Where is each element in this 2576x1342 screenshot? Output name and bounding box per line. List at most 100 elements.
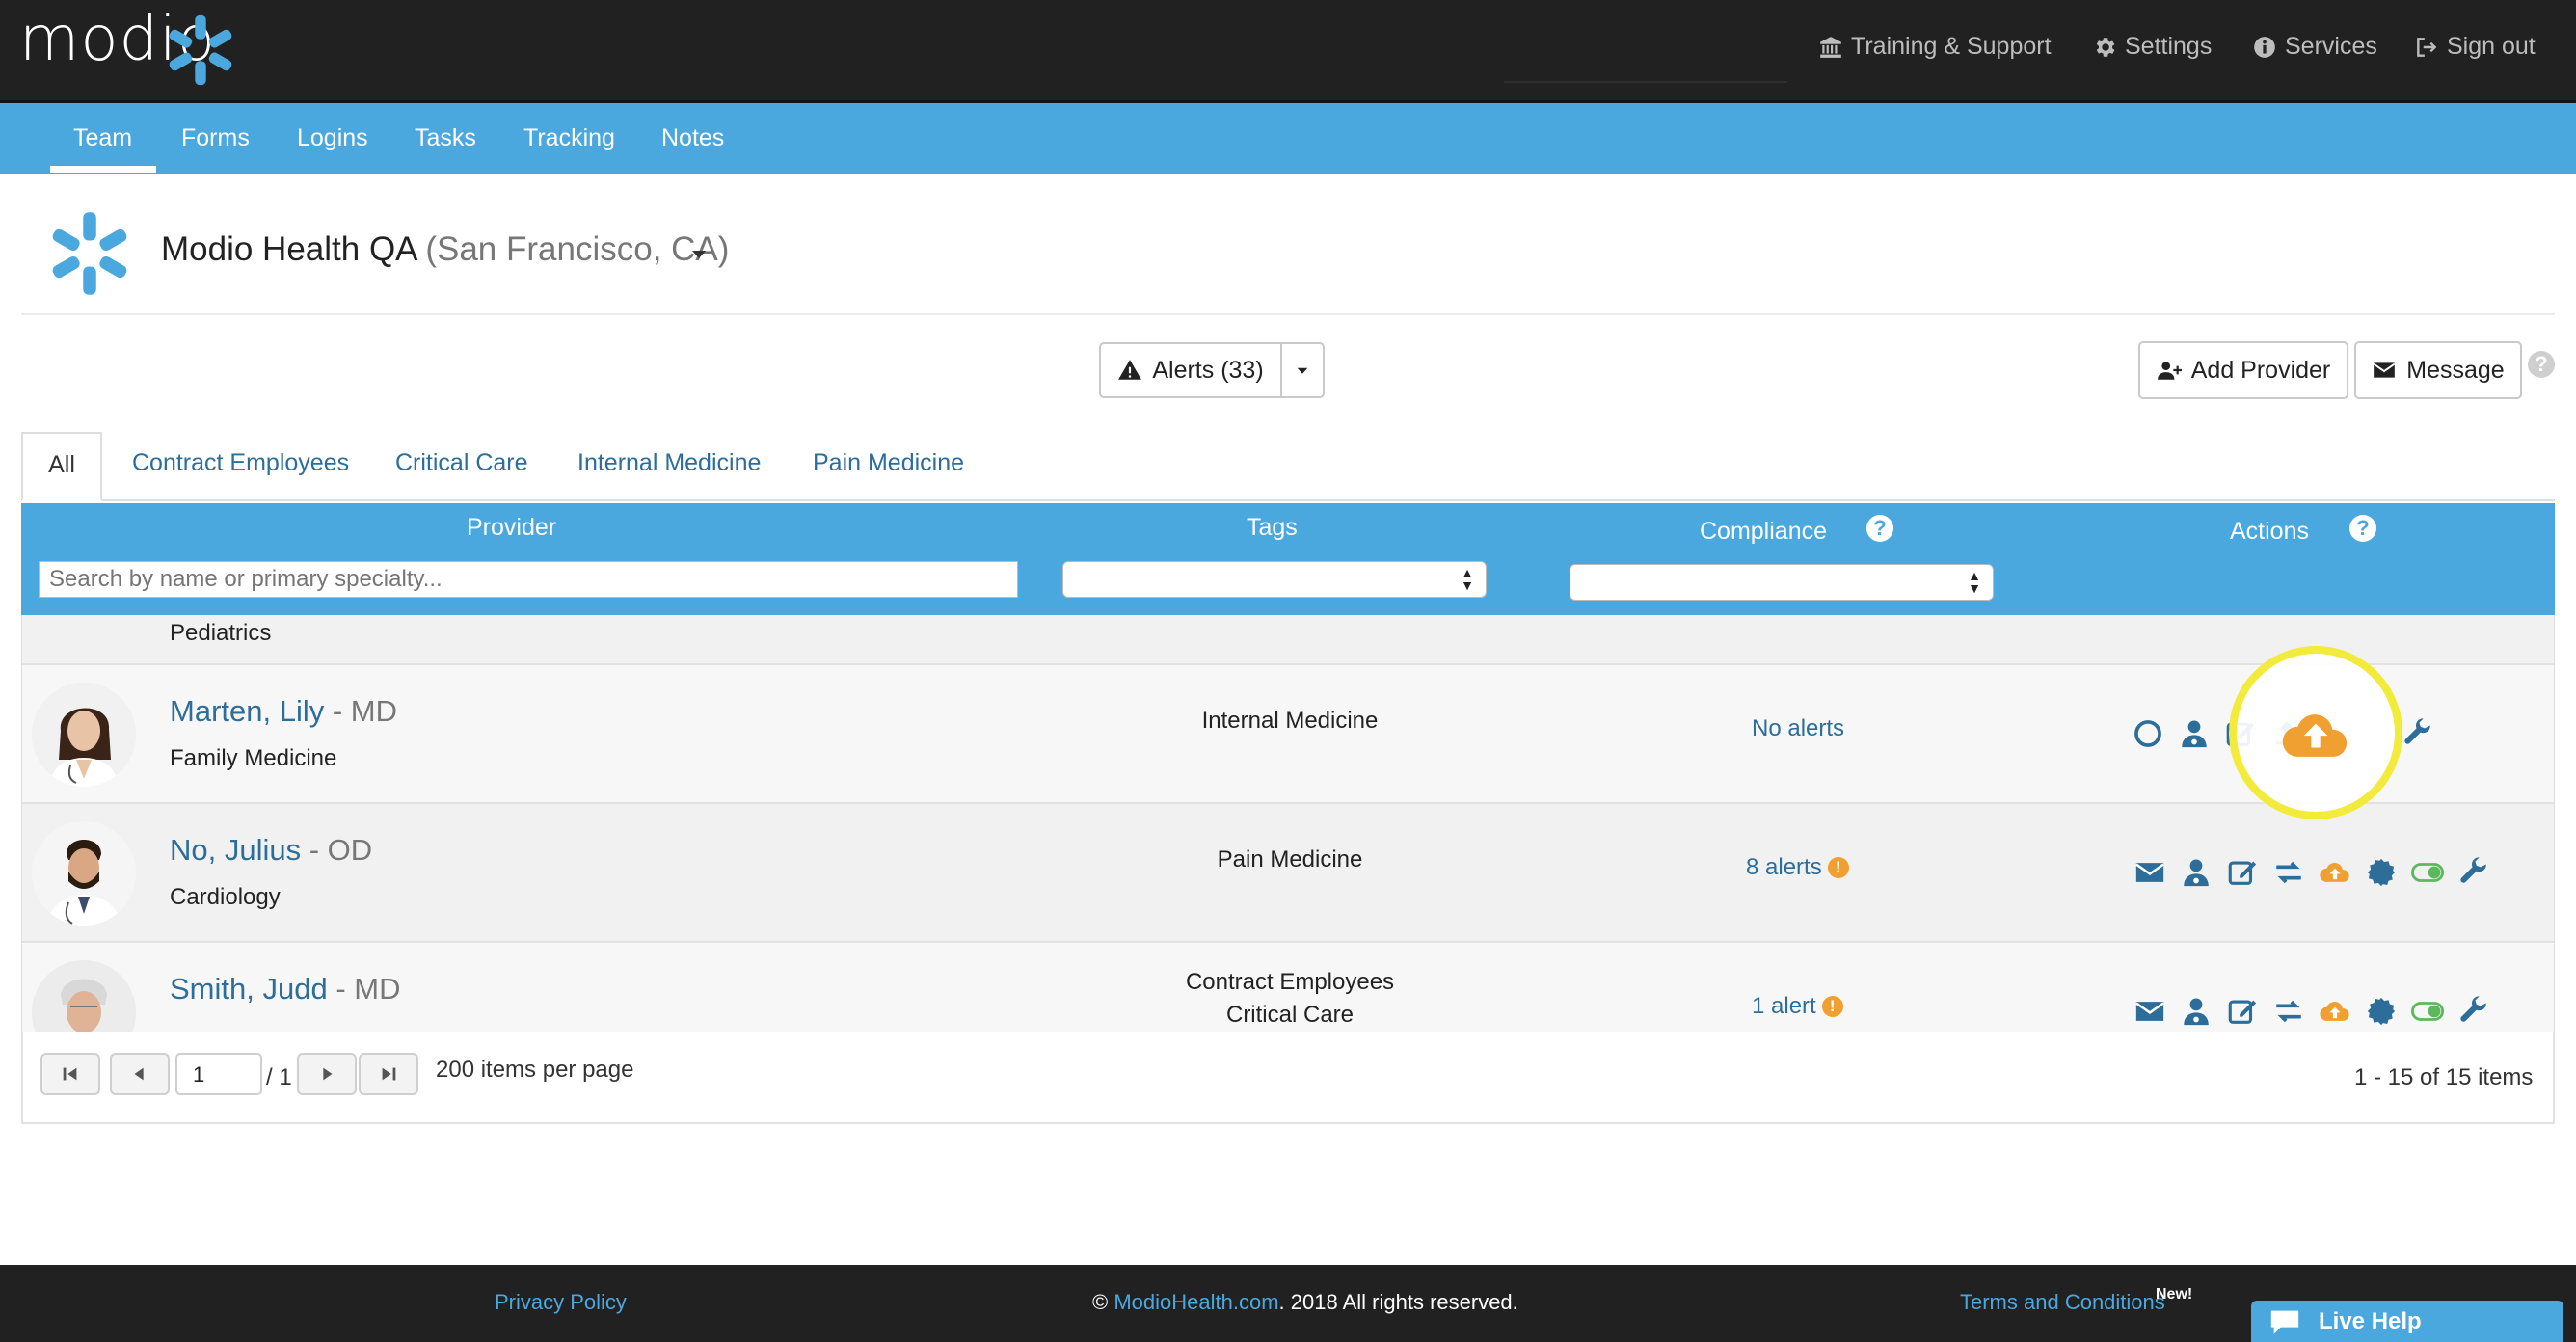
provider-name-link[interactable]: Marten, Lily - MD — [170, 694, 397, 729]
sign-out-link[interactable]: Sign out — [2414, 33, 2536, 61]
sign-out-icon — [2417, 37, 2437, 57]
toggle-on-icon[interactable] — [2409, 854, 2446, 891]
previous-page-button[interactable] — [110, 1053, 170, 1095]
envelope-icon[interactable] — [2132, 854, 2168, 891]
avatar[interactable] — [32, 821, 136, 926]
filter-tab-all[interactable]: All — [21, 432, 102, 501]
badge-cert-icon[interactable] — [2363, 993, 2400, 1030]
provider-name-link[interactable]: No, Julius - OD — [170, 833, 372, 868]
avatar[interactable] — [32, 960, 136, 1032]
footer: Privacy Policy © ModioHealth.com. 2018 A… — [0, 1265, 2576, 1342]
column-header-provider[interactable]: Provider — [467, 514, 556, 542]
message-label: Message — [2406, 356, 2505, 384]
services-link[interactable]: Services — [2252, 33, 2377, 61]
nav-tab-notes[interactable]: Notes — [661, 124, 724, 152]
last-page-icon — [382, 1067, 396, 1081]
envelope-icon[interactable] — [2132, 993, 2168, 1030]
table-row[interactable]: No, Julius - OD Cardiology Pain Medicine… — [22, 804, 2554, 943]
live-help-label: Live Help — [2319, 1307, 2422, 1334]
page-number-input[interactable]: 1 — [175, 1053, 262, 1095]
filter-tab-pain-medicine[interactable]: Pain Medicine — [813, 449, 964, 477]
compliance-help-icon[interactable]: ? — [1866, 515, 1893, 542]
provider-search-input[interactable] — [39, 561, 1018, 598]
transfer-icon[interactable] — [2270, 993, 2307, 1030]
wrench-icon[interactable] — [2455, 993, 2492, 1030]
alerts-button[interactable]: Alerts (33) — [1099, 342, 1282, 398]
compliance-status-link[interactable]: 1 alert ! — [1752, 993, 1843, 1020]
compliance-status-link[interactable]: 8 alerts ! — [1746, 854, 1849, 881]
table-row[interactable]: Marten, Lily - MD Family Medicine Intern… — [22, 665, 2554, 804]
column-header-compliance[interactable]: Compliance — [1700, 518, 1827, 546]
terms-link[interactable]: Terms and Conditions — [1960, 1290, 2165, 1315]
cloud-upload-icon — [2282, 714, 2348, 757]
provider-tag: Contract Employees — [1185, 969, 1395, 995]
filter-tab-critical-care[interactable]: Critical Care — [395, 449, 528, 477]
column-header-tags[interactable]: Tags — [1247, 514, 1298, 542]
provider-name-link[interactable]: Smith, Judd - MD — [170, 972, 400, 1006]
last-page-button[interactable] — [359, 1053, 418, 1095]
table-row[interactable]: Pediatrics — [22, 615, 2554, 665]
top-search-field[interactable] — [1504, 37, 1787, 83]
provider-name: Smith, Judd — [170, 972, 328, 1006]
actions-help-icon[interactable]: ? — [2349, 515, 2376, 542]
provider-profile-icon[interactable] — [2178, 854, 2214, 891]
main-nav: Team Forms Logins Tasks Tracking Notes — [0, 103, 2576, 174]
provider-profile-icon[interactable] — [2176, 715, 2213, 752]
upload-highlight-callout[interactable] — [2229, 646, 2402, 819]
filter-tab-internal-medicine[interactable]: Internal Medicine — [577, 449, 761, 477]
select-arrows-icon: ▲ ▼ — [1461, 565, 1474, 593]
compliance-filter-select[interactable]: ▲ ▼ — [1570, 564, 1994, 601]
org-selector[interactable]: Modio Health QA (San Francisco, CA) — [161, 230, 729, 269]
copyright-text: © ModioHealth.com. 2018 All rights reser… — [1092, 1290, 1518, 1315]
cloud-upload-icon[interactable] — [2317, 993, 2353, 1030]
caret-down-icon — [1297, 367, 1308, 374]
provider-specialty: Pediatrics — [170, 620, 272, 646]
nav-tab-logins[interactable]: Logins — [297, 124, 368, 152]
wrench-icon[interactable] — [2400, 715, 2436, 752]
edit-icon[interactable] — [2224, 854, 2261, 891]
live-help-button[interactable]: Live Help — [2251, 1301, 2563, 1342]
provider-specialty: Cardiology — [170, 884, 281, 910]
provider-profile-icon[interactable] — [2178, 993, 2214, 1030]
nav-tab-forms[interactable]: Forms — [181, 124, 250, 152]
privacy-policy-link[interactable]: Privacy Policy — [495, 1290, 627, 1315]
nav-tab-tasks[interactable]: Tasks — [415, 124, 476, 152]
toggle-on-icon[interactable] — [2409, 993, 2446, 1030]
settings-link[interactable]: Settings — [2092, 33, 2212, 61]
toolbar-help-icon[interactable]: ? — [2528, 351, 2555, 378]
nav-tab-team[interactable]: Team — [73, 124, 132, 152]
tags-filter-select[interactable]: ▲ ▼ — [1062, 561, 1487, 598]
add-provider-button[interactable]: Add Provider — [2138, 341, 2348, 399]
row-actions — [2132, 993, 2492, 1030]
next-page-button[interactable] — [297, 1053, 357, 1095]
alerts-dropdown-button[interactable] — [1280, 342, 1325, 398]
transfer-icon[interactable] — [2270, 854, 2307, 891]
table-row[interactable]: Smith, Judd - MD Contract Employees Crit… — [22, 943, 2554, 1032]
cloud-upload-icon[interactable] — [2317, 854, 2353, 891]
row-actions-end — [2400, 715, 2436, 752]
logo-star-icon[interactable] — [164, 13, 283, 87]
nav-tab-tracking[interactable]: Tracking — [523, 124, 615, 152]
provider-grid[interactable]: Pediatrics Marten, Lily - MD Family Medi… — [21, 615, 2555, 1032]
org-name: Modio Health QA — [161, 230, 416, 268]
org-caret-icon[interactable] — [692, 251, 706, 258]
badge-cert-icon[interactable] — [2363, 854, 2400, 891]
training-support-link[interactable]: Training & Support — [1818, 33, 2052, 61]
status-circle-icon[interactable] — [2130, 715, 2166, 752]
provider-credential: - MD — [332, 694, 398, 728]
modio-site-link[interactable]: ModioHealth.com — [1114, 1290, 1278, 1314]
wrench-icon[interactable] — [2455, 854, 2492, 891]
filter-tab-contract-employees[interactable]: Contract Employees — [132, 449, 349, 477]
previous-page-icon — [134, 1067, 144, 1081]
compliance-status: No alerts — [1752, 715, 1845, 741]
envelope-icon — [2373, 362, 2396, 378]
alert-exclamation-icon: ! — [1821, 996, 1843, 1017]
services-label: Services — [2285, 33, 2377, 60]
page-count: / 1 — [266, 1064, 292, 1090]
items-per-page-label[interactable]: 200 items per page — [436, 1057, 633, 1084]
avatar[interactable] — [32, 683, 136, 787]
edit-icon[interactable] — [2224, 993, 2261, 1030]
compliance-status-link[interactable]: No alerts — [1752, 715, 1844, 742]
message-button[interactable]: Message — [2354, 341, 2522, 399]
first-page-button[interactable] — [40, 1053, 100, 1095]
